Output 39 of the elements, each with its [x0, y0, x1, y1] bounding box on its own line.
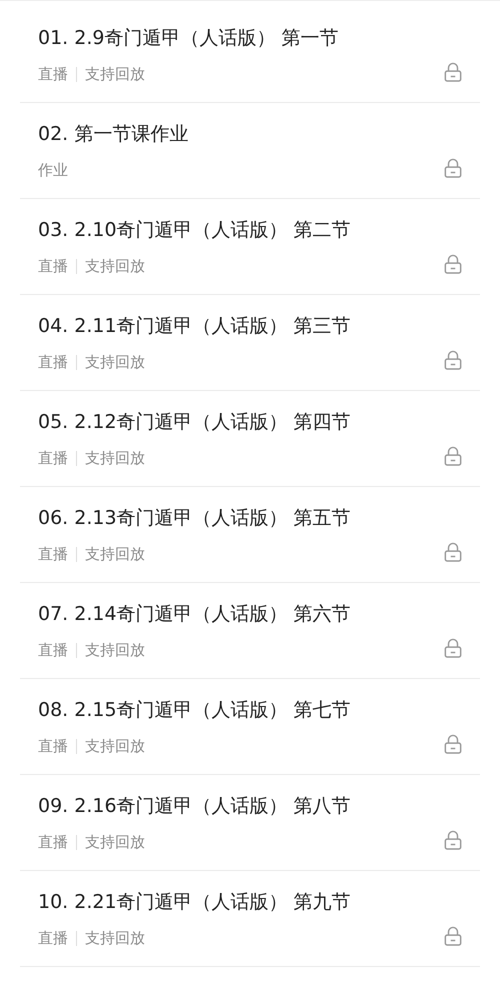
lesson-tag: 直播: [38, 833, 68, 852]
lesson-title: 08. 2.15奇门遁甲（人话版） 第七节: [38, 698, 352, 723]
lesson-tag: 支持回放: [85, 833, 145, 852]
lesson-tag: 直播: [38, 449, 68, 468]
lesson-tag: 直播: [38, 353, 68, 372]
lesson-tag: 支持回放: [85, 737, 145, 756]
lesson-item[interactable]: 03. 2.10奇门遁甲（人话版） 第二节 直播 支持回放: [20, 199, 480, 295]
lesson-item[interactable]: 04. 2.11奇门遁甲（人话版） 第三节 直播 支持回放: [20, 295, 480, 391]
lesson-tag: 作业: [38, 161, 68, 180]
lesson-tag: 直播: [38, 641, 68, 660]
lesson-title: 09. 2.16奇门遁甲（人话版） 第八节: [38, 794, 352, 819]
lesson-tag: 支持回放: [85, 353, 145, 372]
lesson-tag: 支持回放: [85, 929, 145, 948]
lesson-tag: 直播: [38, 257, 68, 276]
lesson-item[interactable]: 09. 2.16奇门遁甲（人话版） 第八节 直播 支持回放: [20, 775, 480, 871]
lesson-item[interactable]: 08. 2.15奇门遁甲（人话版） 第七节 直播 支持回放: [20, 679, 480, 775]
lesson-tag: 支持回放: [85, 65, 145, 84]
lesson-title: 02. 第一节课作业: [38, 122, 190, 147]
lesson-tag: 支持回放: [85, 449, 145, 468]
lesson-tag: 直播: [38, 65, 68, 84]
lesson-tag: 直播: [38, 737, 68, 756]
lesson-tag: 支持回放: [85, 641, 145, 660]
lesson-item[interactable]: 06. 2.13奇门遁甲（人话版） 第五节 直播 支持回放: [20, 487, 480, 583]
lesson-item[interactable]: 10. 2.21奇门遁甲（人话版） 第九节 直播 支持回放: [20, 871, 480, 967]
lesson-item[interactable]: 01. 2.9奇门遁甲（人话版） 第一节 直播 支持回放: [20, 7, 480, 103]
lesson-title: 06. 2.13奇门遁甲（人话版） 第五节: [38, 506, 352, 531]
lesson-tag: 支持回放: [85, 545, 145, 564]
lesson-title: 03. 2.10奇门遁甲（人话版） 第二节: [38, 218, 352, 243]
lesson-item[interactable]: 07. 2.14奇门遁甲（人话版） 第六节 直播 支持回放: [20, 583, 480, 679]
lesson-tag: 支持回放: [85, 257, 145, 276]
lesson-item[interactable]: 02. 第一节课作业 作业: [20, 103, 480, 199]
lesson-title: 07. 2.14奇门遁甲（人话版） 第六节: [38, 602, 352, 627]
lesson-title: 01. 2.9奇门遁甲（人话版） 第一节: [38, 26, 340, 51]
lesson-title: 04. 2.11奇门遁甲（人话版） 第三节: [38, 314, 352, 339]
lesson-title: 10. 2.21奇门遁甲（人话版） 第九节: [38, 890, 352, 915]
lesson-title: 05. 2.12奇门遁甲（人话版） 第四节: [38, 410, 352, 435]
lesson-tag: 直播: [38, 929, 68, 948]
lesson-tag: 直播: [38, 545, 68, 564]
lesson-item[interactable]: 05. 2.12奇门遁甲（人话版） 第四节 直播 支持回放: [20, 391, 480, 487]
